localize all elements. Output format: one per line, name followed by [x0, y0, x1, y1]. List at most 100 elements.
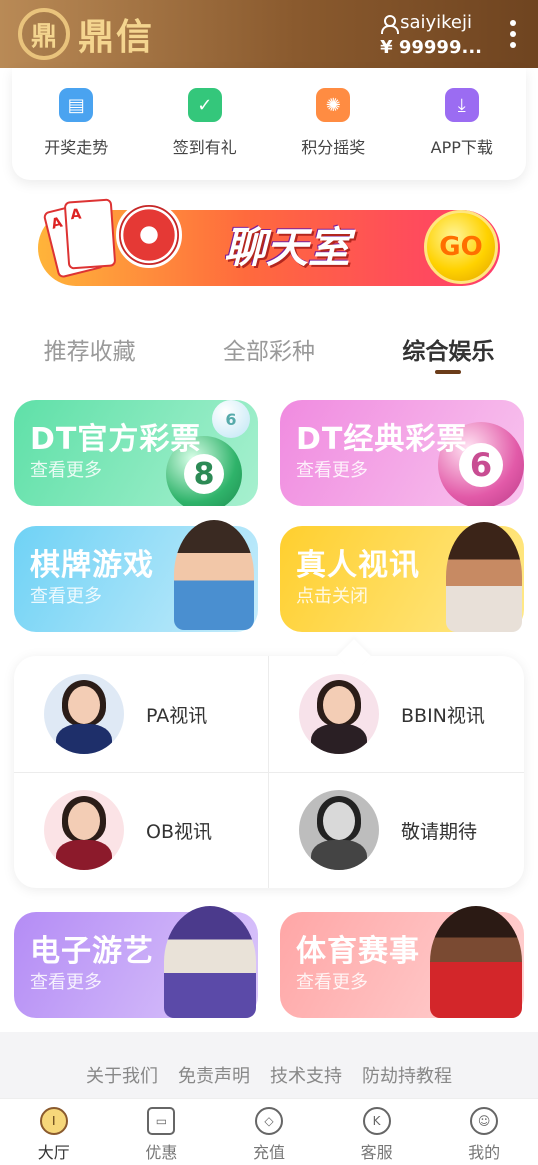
- avatar-body: [56, 724, 112, 754]
- game-title: 棋牌游戏: [30, 548, 154, 583]
- nav-customer-service[interactable]: K 客服: [323, 1099, 431, 1165]
- playing-card-icon: A: [63, 198, 117, 270]
- username-row: saiyikeji: [380, 12, 482, 34]
- avatar-body: [311, 840, 367, 870]
- chatroom-banner[interactable]: A A 聊天室 GO: [38, 198, 500, 292]
- balance: ¥ 99999...: [380, 37, 482, 58]
- game-title: 真人视讯: [296, 548, 420, 583]
- logo-mark-icon: 鼎: [18, 8, 70, 60]
- small-ball-icon: 6: [212, 400, 250, 438]
- live-item-label: BBIN视讯: [401, 704, 485, 727]
- quick-menu: ▤ 开奖走势 ✓ 签到有礼 ✺ 积分摇奖 ⤓ APP下载: [12, 68, 526, 180]
- user-info[interactable]: saiyikeji ¥ 99999...: [380, 12, 482, 58]
- live-item-label: OB视讯: [146, 820, 212, 843]
- trend-chart-icon: ▤: [59, 88, 94, 122]
- game-subtitle: 点击关闭: [296, 586, 368, 607]
- nav-deposit[interactable]: ◇ 充值: [215, 1099, 323, 1165]
- quick-item-download[interactable]: ⤓ APP下载: [398, 68, 527, 180]
- footer-link-support[interactable]: 技术支持: [270, 1062, 342, 1088]
- game-card-sports[interactable]: 体育赛事 查看更多: [280, 906, 524, 1018]
- live-item-label: PA视讯: [146, 704, 208, 727]
- live-item-bbin[interactable]: BBIN视讯: [269, 656, 524, 772]
- nav-label: 优惠: [145, 1143, 178, 1162]
- tab-favorites[interactable]: 推荐收藏: [0, 322, 179, 382]
- category-tabs: 推荐收藏 全部彩种 综合娱乐: [0, 322, 538, 382]
- live-item-ob[interactable]: OB视讯: [14, 772, 269, 888]
- lottery-wheel-icon: ✺: [316, 88, 351, 122]
- avatar-face: [323, 686, 355, 724]
- game-subtitle: 查看更多: [296, 972, 368, 993]
- live-video-panel: PA视讯 BBIN视讯 OB视讯 敬请期待: [14, 656, 524, 888]
- dot-icon: [510, 31, 516, 37]
- tab-entertainment[interactable]: 综合娱乐: [359, 322, 538, 382]
- footer-links: 关于我们 免责声明 技术支持 防劫持教程: [0, 1032, 538, 1088]
- live-item-pa[interactable]: PA视讯: [14, 656, 269, 772]
- nav-label: 我的: [468, 1143, 501, 1162]
- ticket-icon: ▭: [147, 1107, 176, 1135]
- app-logo[interactable]: 鼎 鼎信: [18, 8, 154, 60]
- quick-item-label: APP下载: [430, 138, 493, 157]
- nav-label: 大厅: [37, 1143, 70, 1162]
- game-card-slots[interactable]: 电子游艺 查看更多: [14, 906, 258, 1018]
- avatar: [44, 674, 124, 754]
- calendar-check-icon: ✓: [187, 88, 222, 122]
- live-item-coming-soon[interactable]: 敬请期待: [269, 772, 524, 888]
- deposit-icon: ◇: [254, 1107, 283, 1135]
- more-menu-button[interactable]: [508, 20, 518, 48]
- athlete-illustration: [430, 906, 522, 1018]
- host-illustration: [446, 522, 522, 632]
- quick-item-label: 积分摇奖: [301, 138, 366, 157]
- game-subtitle: 查看更多: [30, 460, 102, 481]
- avatar-face: [323, 802, 355, 840]
- game-card-dt-official[interactable]: 8 6 DT官方彩票 查看更多: [14, 400, 258, 506]
- username: saiyikeji: [400, 12, 472, 33]
- footer-link-anti-hijack[interactable]: 防劫持教程: [362, 1062, 452, 1088]
- tab-all-lottery[interactable]: 全部彩种: [179, 322, 358, 382]
- customer-service-icon: K: [362, 1107, 391, 1135]
- game-subtitle: 查看更多: [30, 586, 102, 607]
- game-subtitle: 查看更多: [30, 972, 102, 993]
- top-header: 鼎 鼎信 saiyikeji ¥ 99999...: [0, 0, 538, 68]
- nav-label: 充值: [252, 1143, 285, 1162]
- wizard-illustration: [164, 906, 256, 1018]
- avatar-face: [68, 802, 100, 840]
- game-card-dt-classic[interactable]: 6 DT经典彩票 查看更多: [280, 400, 524, 506]
- avatar-body: [311, 724, 367, 754]
- game-subtitle: 查看更多: [296, 460, 368, 481]
- dot-icon: [510, 42, 516, 48]
- game-title: 电子游艺: [30, 934, 154, 969]
- banner-title: 聊天室: [224, 223, 351, 272]
- live-item-label: 敬请期待: [401, 820, 478, 843]
- avatar-face: [68, 686, 100, 724]
- quick-item-label: 开奖走势: [44, 138, 109, 157]
- character-illustration: [174, 520, 254, 630]
- go-button[interactable]: GO: [424, 210, 498, 284]
- quick-item-lottery[interactable]: ✺ 积分摇奖: [269, 68, 398, 180]
- game-title: DT官方彩票: [30, 422, 202, 457]
- nav-profile[interactable]: ☺ 我的: [430, 1099, 538, 1165]
- profile-icon: ☺: [470, 1107, 499, 1135]
- bottom-nav: I 大厅 ▭ 优惠 ◇ 充值 K 客服 ☺ 我的: [0, 1098, 538, 1165]
- nav-promotions[interactable]: ▭ 优惠: [108, 1099, 216, 1165]
- dot-icon: [510, 20, 516, 26]
- game-card-live-video[interactable]: 真人视讯 点击关闭: [280, 522, 524, 632]
- user-icon: [380, 14, 400, 34]
- lobby-icon: I: [39, 1107, 68, 1135]
- poker-chips-image: A A: [42, 196, 182, 288]
- quick-item-label: 签到有礼: [172, 138, 237, 157]
- game-title: DT经典彩票: [296, 422, 468, 457]
- game-card-chess-cards[interactable]: 棋牌游戏 查看更多: [14, 520, 258, 632]
- avatar-body: [56, 840, 112, 870]
- quick-item-trend[interactable]: ▤ 开奖走势: [12, 68, 141, 180]
- footer-link-about[interactable]: 关于我们: [86, 1062, 158, 1088]
- footer: 关于我们 免责声明 技术支持 防劫持教程: [0, 1032, 538, 1098]
- quick-item-checkin[interactable]: ✓ 签到有礼: [141, 68, 270, 180]
- logo-text: 鼎信: [78, 16, 155, 58]
- avatar: [44, 790, 124, 870]
- nav-lobby[interactable]: I 大厅: [0, 1099, 108, 1165]
- ball-number: 8: [184, 454, 224, 494]
- avatar: [299, 790, 379, 870]
- footer-link-disclaimer[interactable]: 免责声明: [178, 1062, 250, 1088]
- game-title: 体育赛事: [296, 934, 420, 969]
- download-icon: ⤓: [444, 88, 479, 122]
